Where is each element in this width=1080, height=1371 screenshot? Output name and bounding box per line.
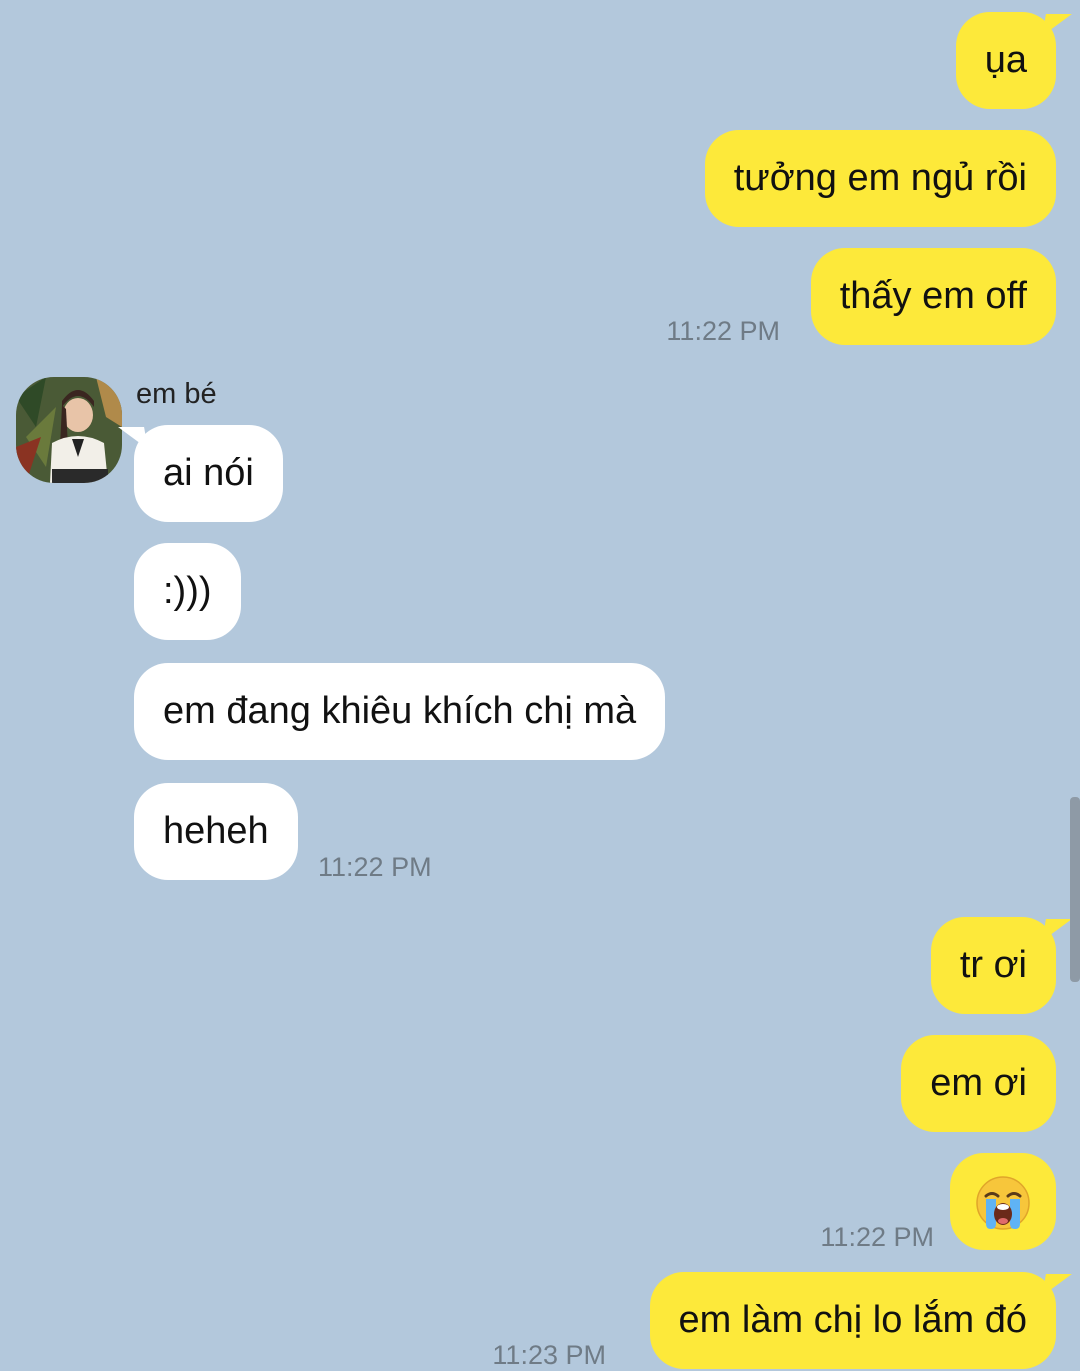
message-bubble-incoming[interactable]: ai nói: [118, 425, 283, 522]
sender-name: em bé: [136, 378, 217, 410]
message-bubble-incoming[interactable]: :))): [134, 543, 241, 640]
message-bubble-incoming[interactable]: em đang khiêu khích chị mà: [134, 663, 666, 760]
message-bubble-outgoing[interactable]: em ơi: [901, 1035, 1056, 1132]
message-timestamp: 11:22 PM: [666, 316, 780, 346]
message-bubble-outgoing[interactable]: em làm chị lo lắm đó: [649, 1272, 1072, 1369]
avatar-photo-icon: [16, 377, 122, 483]
message-text: em làm chị lo lắm đó: [678, 1299, 1027, 1341]
message-text: em đang khiêu khích chị mà: [163, 690, 637, 732]
avatar[interactable]: [16, 377, 122, 483]
message-bubble-outgoing[interactable]: thấy em off: [810, 248, 1056, 345]
message-timestamp: 11:22 PM: [820, 1222, 934, 1252]
message-timestamp: 11:22 PM: [318, 852, 432, 882]
bubble-tail: [1042, 14, 1072, 36]
message-text: ai nói: [163, 452, 254, 494]
message-text: ụa: [984, 39, 1027, 81]
message-bubble-incoming[interactable]: heheh: [134, 783, 298, 880]
message-text: tưởng em ngủ rồi: [733, 157, 1027, 199]
bubble-tail: [1042, 919, 1072, 941]
loudly-crying-face-icon: [976, 1176, 1030, 1230]
bubble-tail: [118, 427, 148, 449]
message-text: :))): [163, 570, 212, 612]
message-text: tr ơi: [959, 944, 1027, 986]
message-text: heheh: [163, 810, 269, 852]
message-bubble-outgoing[interactable]: tr ơi: [930, 917, 1072, 1014]
scrollbar[interactable]: [1070, 797, 1080, 982]
message-bubble-outgoing[interactable]: tưởng em ngủ rồi: [704, 130, 1056, 227]
message-text: thấy em off: [839, 275, 1027, 317]
message-bubble-outgoing[interactable]: [950, 1153, 1056, 1250]
message-timestamp: 11:23 PM: [492, 1340, 606, 1370]
message-text: em ơi: [930, 1062, 1027, 1104]
message-bubble-outgoing[interactable]: ụa: [955, 12, 1072, 109]
bubble-tail: [1042, 1274, 1072, 1296]
